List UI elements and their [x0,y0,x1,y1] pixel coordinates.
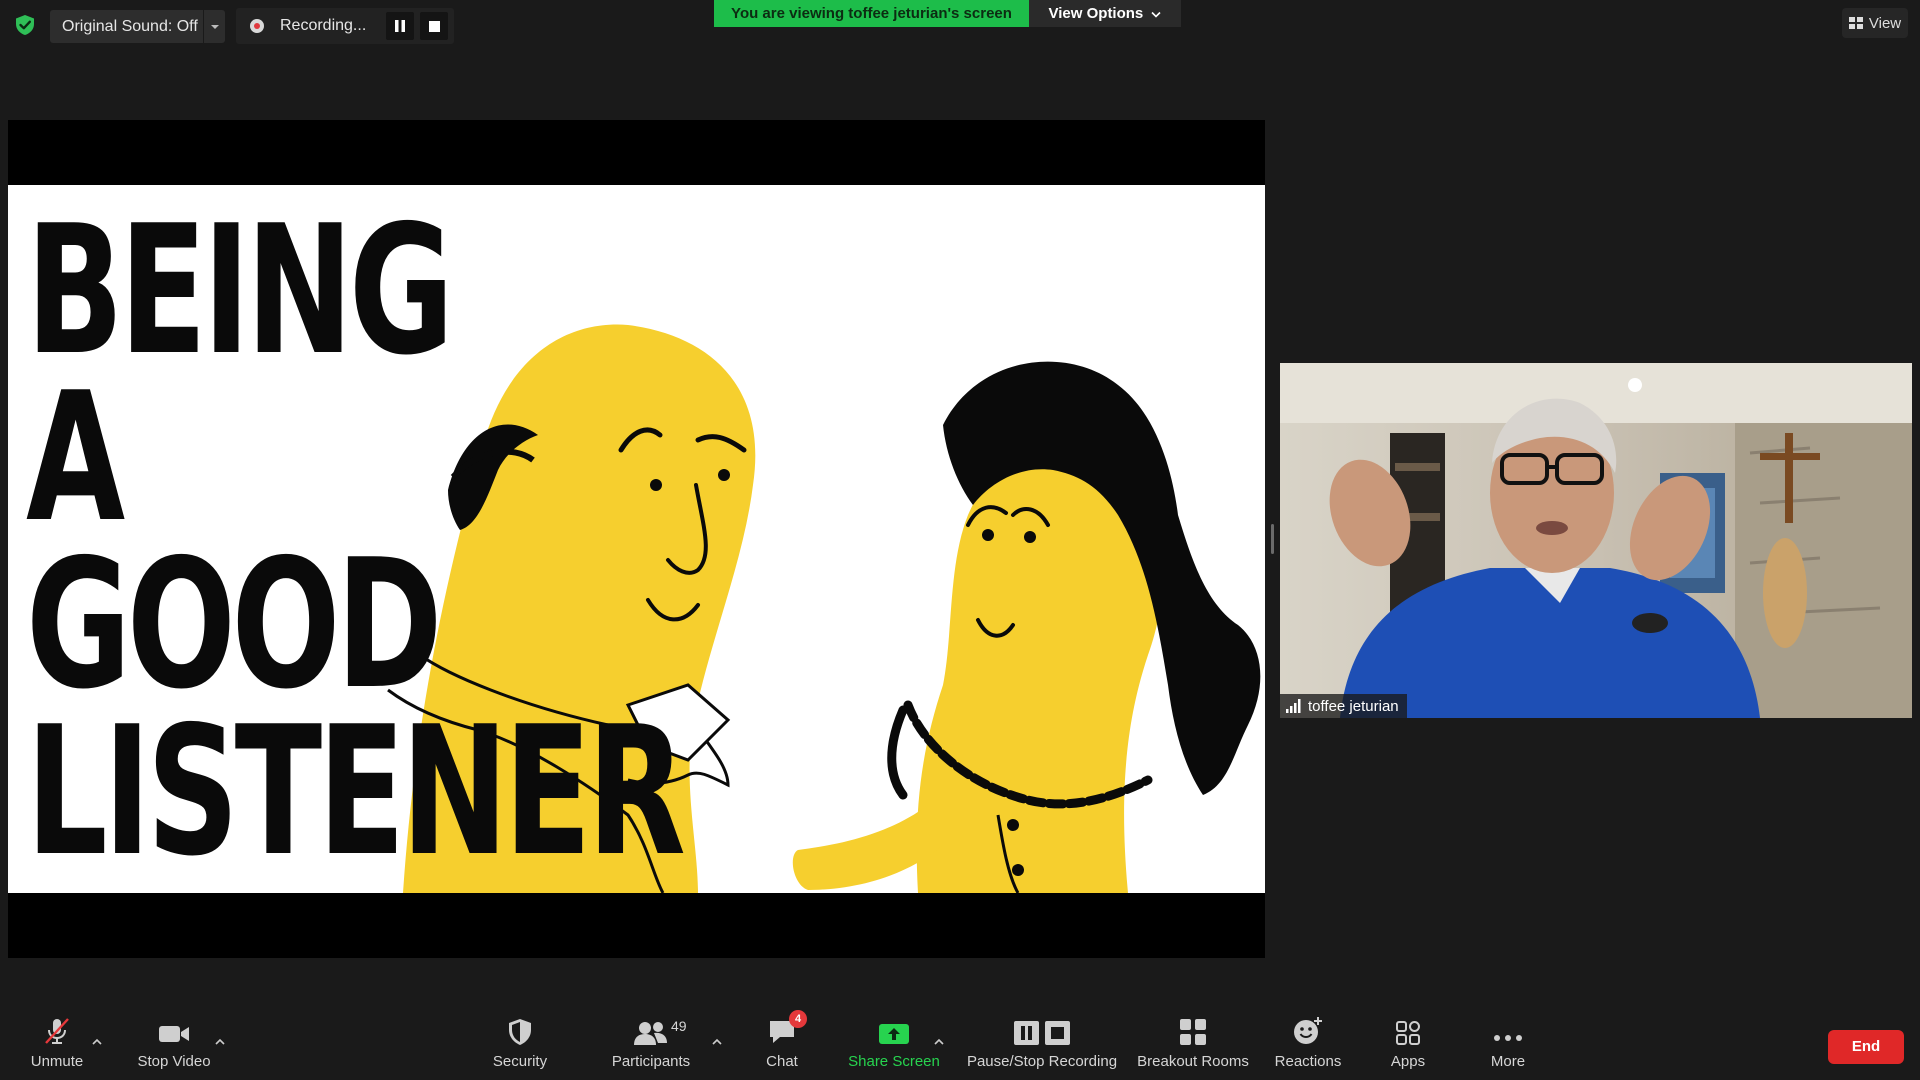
slide-title: BEING A GOOD LISTENER [26,187,686,893]
stop-video-button[interactable]: Stop Video [132,1002,216,1080]
slide-title-line: BEING [26,187,454,394]
stop-video-label: Stop Video [137,1053,211,1070]
more-dots-icon [1494,1035,1522,1041]
security-label: Security [492,1053,548,1070]
original-sound-toggle[interactable]: Original Sound: Off [50,10,225,43]
recording-dot-icon [250,19,264,33]
recording-indicator: Recording... [236,8,454,44]
chat-button[interactable]: 4 Chat [754,1002,810,1080]
participants-options-caret-icon[interactable] [710,1036,724,1048]
participant-name-tag: toffee jeturian [1280,694,1407,718]
participant-name: toffee jeturian [1308,697,1399,715]
share-screen-icon [879,1024,909,1044]
participants-icon [634,1022,667,1045]
unmute-button[interactable]: Unmute [24,1002,90,1080]
pause-recording-button[interactable] [386,12,414,40]
view-layout-button[interactable]: View [1842,8,1908,38]
audio-options-caret-icon[interactable] [90,1036,104,1048]
pause-stop-recording-label: Pause/Stop Recording [966,1053,1118,1070]
video-options-caret-icon[interactable] [213,1036,227,1048]
view-label: View [1868,14,1902,32]
security-button[interactable]: Security [482,1002,558,1080]
stop-recording-button[interactable] [420,12,448,40]
apps-icon [1396,1021,1420,1045]
breakout-rooms-button[interactable]: Breakout Rooms [1134,1002,1252,1080]
participant-video-feed [1280,363,1912,718]
view-options-label: View Options [1048,5,1144,22]
slide-title-line: LISTENER [26,688,686,893]
breakout-rooms-icon [1180,1019,1206,1045]
meeting-toolbar: Unmute Stop Video Security 49 Participan… [0,1002,1920,1080]
signal-strength-icon [1286,699,1301,713]
video-camera-icon [159,1026,189,1042]
original-sound-label: Original Sound: Off [62,18,198,35]
breakout-rooms-label: Breakout Rooms [1137,1053,1249,1070]
share-options-caret-icon[interactable] [932,1036,946,1048]
original-sound-dropdown[interactable] [203,10,225,43]
reactions-smiley-icon [1294,1017,1322,1044]
slide-title-line: GOOD [26,521,443,728]
view-options-button[interactable]: View Options [1029,0,1181,27]
chevron-down-icon [1151,11,1162,18]
share-screen-label: Share Screen [848,1053,940,1070]
more-label: More [1490,1053,1526,1070]
presentation-slide: BEING A GOOD LISTENER [8,185,1265,893]
chat-unread-badge: 4 [789,1010,807,1028]
chat-label: Chat [766,1053,798,1070]
end-meeting-button[interactable]: End [1828,1030,1904,1064]
stop-icon [428,20,440,32]
reactions-button[interactable]: Reactions [1268,1002,1348,1080]
recording-label: Recording... [280,17,367,34]
security-shield-icon[interactable] [14,14,36,36]
zoom-meeting-window: Original Sound: Off Recording... You are… [0,0,1920,1080]
unmute-label: Unmute [30,1053,84,1070]
splitter-handle[interactable] [1271,524,1274,554]
grid-view-icon [1848,17,1863,29]
apps-button[interactable]: Apps [1374,1002,1442,1080]
viewing-screen-banner: You are viewing toffee jeturian's screen [714,0,1029,27]
pause-stop-recording-icon [1014,1021,1070,1045]
participant-video-tile[interactable]: toffee jeturian [1280,363,1912,718]
share-screen-button[interactable]: Share Screen [846,1002,942,1080]
slide-title-line: A [26,354,125,561]
microphone-muted-icon [45,1018,69,1044]
apps-label: Apps [1390,1053,1426,1070]
pause-icon [395,20,405,32]
shared-screen: BEING A GOOD LISTENER [8,120,1265,958]
more-button[interactable]: More [1474,1002,1542,1080]
security-shield-outline-icon [509,1019,531,1045]
participants-button[interactable]: 49 Participants [606,1002,696,1080]
participants-count: 49 [671,1018,687,1034]
pause-stop-recording-button[interactable]: Pause/Stop Recording [964,1002,1120,1080]
reactions-label: Reactions [1274,1053,1342,1070]
participants-label: Participants [611,1053,691,1070]
caret-down-icon [210,24,219,29]
